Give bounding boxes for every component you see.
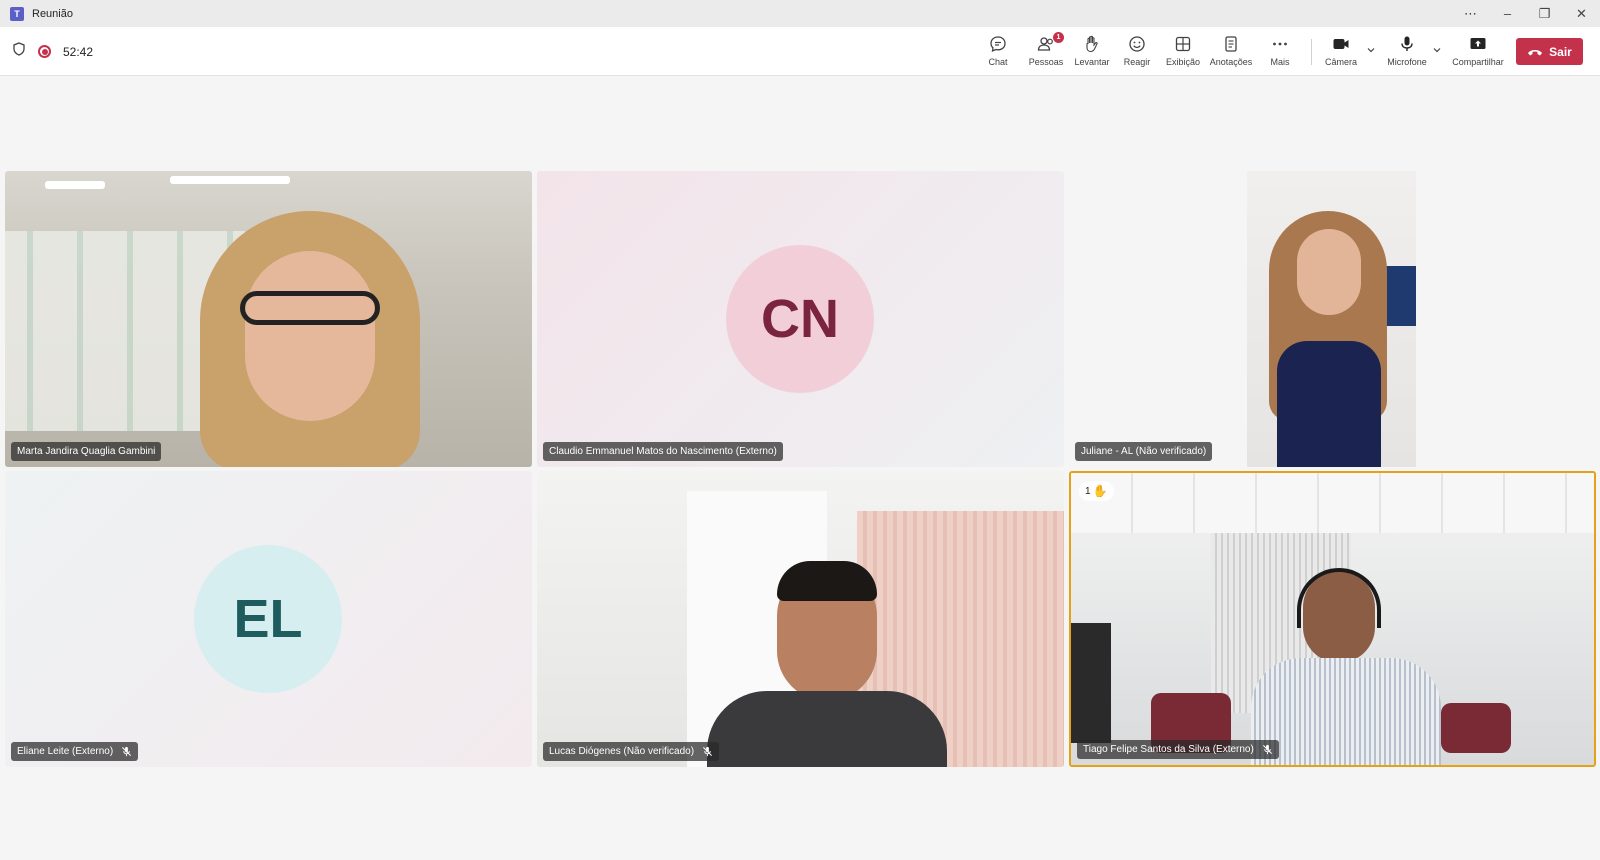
grid-view-icon	[1175, 36, 1191, 52]
participant-name: Juliane - AL (Não verificado)	[1081, 446, 1207, 457]
share-button[interactable]: Compartilhar	[1451, 34, 1505, 70]
participant-name: Marta Jandira Quaglia Gambini	[17, 446, 156, 457]
participant-name-tag: Claudio Emmanuel Matos do Nascimento (Ex…	[543, 442, 783, 461]
participant-tile-lucas[interactable]: Lucas Diógenes (Não verificado)	[537, 471, 1064, 767]
people-button[interactable]: 1 Pessoas	[1026, 32, 1066, 70]
view-button[interactable]: Exibição	[1164, 34, 1202, 70]
minimize-icon[interactable]: –	[1489, 0, 1526, 27]
hang-up-icon	[1528, 49, 1543, 55]
raise-hand-label: Levantar	[1074, 57, 1110, 67]
toolbar-divider	[1311, 39, 1312, 65]
participant-name-tag: Juliane - AL (Não verificado)	[1075, 442, 1213, 461]
notes-button[interactable]: Anotações	[1208, 34, 1254, 70]
teams-app-icon: T	[10, 6, 24, 21]
camera-options-chevron-icon[interactable]	[1366, 45, 1376, 55]
camera-button[interactable]: Câmera	[1323, 34, 1359, 70]
chat-label: Chat	[988, 57, 1008, 67]
window-title: Reunião	[32, 7, 73, 20]
people-label: Pessoas	[1028, 57, 1064, 67]
share-screen-icon	[1470, 38, 1486, 49]
participant-tile-tiago[interactable]: 1 ✋ Tiago Felipe Santos da Silva (Extern…	[1069, 471, 1596, 767]
mic-off-icon	[703, 746, 713, 757]
microphone-options-chevron-icon[interactable]	[1432, 45, 1442, 55]
hand-icon	[1086, 35, 1098, 53]
ceiling-panels	[1071, 473, 1594, 533]
chat-icon	[990, 36, 1006, 53]
shield-icon[interactable]	[12, 42, 26, 61]
person-hair	[777, 561, 877, 601]
participant-name: Tiago Felipe Santos da Silva (Externo)	[1083, 744, 1254, 755]
participant-name-tag: Lucas Diógenes (Não verificado)	[543, 742, 720, 761]
share-label: Compartilhar	[1452, 57, 1504, 67]
participant-name-tag: Marta Jandira Quaglia Gambini	[11, 442, 162, 461]
participant-tile-eliane[interactable]: EL Eliane Leite (Externo)	[5, 471, 532, 767]
portrait-video	[1247, 171, 1416, 467]
person-face	[1297, 229, 1361, 315]
monitor	[1071, 623, 1111, 743]
microphone-icon	[1401, 36, 1413, 51]
notes-label: Anotações	[1209, 57, 1253, 67]
participant-tile-claudio[interactable]: CN Claudio Emmanuel Matos do Nascimento …	[537, 171, 1064, 467]
raised-hand-count: 1	[1085, 485, 1091, 497]
more-label: Mais	[1270, 57, 1290, 67]
camera-label: Câmera	[1324, 57, 1357, 67]
restore-icon[interactable]: ❐	[1526, 0, 1563, 27]
avatar: EL	[194, 545, 342, 693]
avatar: CN	[726, 245, 874, 393]
person-shirt	[1251, 658, 1441, 765]
microphone-button[interactable]: Microfone	[1383, 34, 1431, 70]
people-badge: 1	[1053, 32, 1064, 43]
person-face	[245, 251, 375, 421]
more-options-icon[interactable]: ⋯	[1452, 0, 1489, 27]
raised-hand-icon: ✋	[1092, 484, 1108, 498]
view-label: Exibição	[1165, 57, 1201, 67]
participant-name: Eliane Leite (Externo)	[17, 746, 114, 757]
participant-name: Claudio Emmanuel Matos do Nascimento (Ex…	[549, 446, 777, 457]
smile-icon	[1129, 36, 1145, 52]
ceiling-light	[45, 181, 105, 189]
microphone-label: Microfone	[1387, 57, 1427, 67]
react-label: Reagir	[1123, 57, 1151, 67]
participant-name-tag: Eliane Leite (Externo)	[11, 742, 139, 761]
participant-tile-juliane[interactable]: Juliane - AL (Não verificado)	[1069, 171, 1596, 467]
meeting-toolbar: 52:42 Chat 1 Pessoas Levantar Reagir Exi…	[0, 27, 1600, 76]
react-button[interactable]: Reagir	[1119, 34, 1155, 70]
person-top	[1277, 341, 1381, 467]
raise-hand-button[interactable]: Levantar	[1072, 34, 1112, 70]
close-icon[interactable]: ✕	[1563, 0, 1600, 27]
ceiling-light	[170, 176, 290, 184]
chair	[1441, 703, 1511, 753]
recording-icon	[38, 45, 51, 58]
person-shirt	[707, 691, 947, 767]
participant-tile-marta[interactable]: Marta Jandira Quaglia Gambini	[5, 171, 532, 467]
more-horizontal-icon	[1273, 42, 1287, 46]
raised-hand-badge: 1 ✋	[1079, 481, 1114, 501]
mic-off-icon	[1262, 744, 1272, 755]
glasses	[240, 291, 380, 325]
more-button[interactable]: Mais	[1264, 34, 1296, 70]
notes-icon	[1225, 36, 1237, 52]
mic-off-icon	[122, 746, 132, 757]
leave-label: Sair	[1549, 44, 1572, 59]
camera-icon	[1333, 39, 1349, 49]
title-bar: T Reunião ⋯ – ❐ ✕	[0, 0, 1600, 27]
chat-button[interactable]: Chat	[982, 34, 1014, 70]
participant-name-tag: Tiago Felipe Santos da Silva (Externo)	[1077, 740, 1279, 759]
participant-name: Lucas Diógenes (Não verificado)	[549, 746, 695, 757]
meeting-timer: 52:42	[63, 44, 94, 59]
leave-button[interactable]: Sair	[1516, 38, 1583, 65]
